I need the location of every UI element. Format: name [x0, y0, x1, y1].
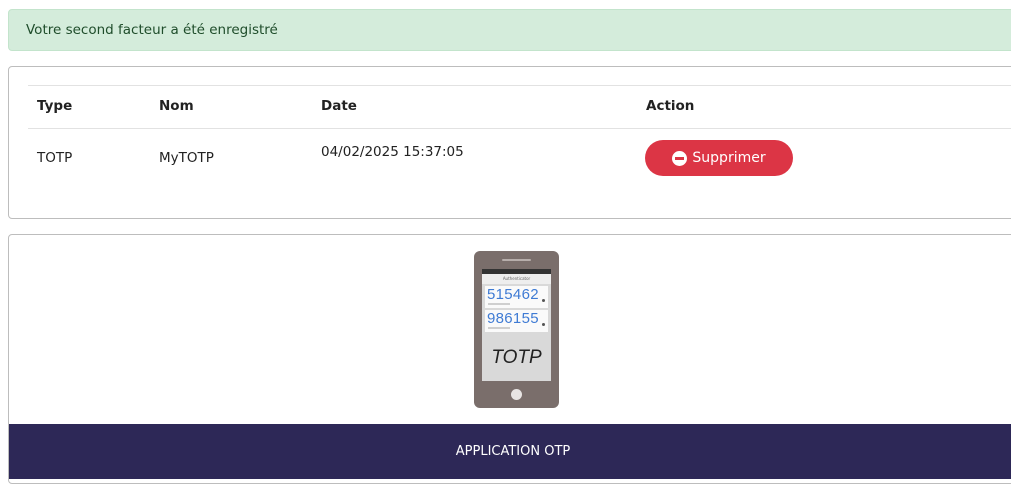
- otp-code-account: [488, 327, 510, 329]
- column-header-type: Type: [37, 98, 73, 114]
- cell-date: 04/02/2025 15:37:05: [321, 144, 464, 160]
- success-alert-message: Votre second facteur a été enregistré: [26, 22, 278, 38]
- table-header-divider: [28, 128, 1011, 129]
- otp-code-account: [488, 303, 510, 305]
- phone-screen: Authenticator 515462 986155 TOTP: [482, 269, 551, 381]
- timer-icon: [542, 323, 545, 326]
- otp-code-value: 515462: [487, 286, 539, 303]
- otp-code-entry: 986155: [485, 310, 548, 332]
- otp-application-footer[interactable]: APPLICATION OTP: [9, 424, 1011, 479]
- otp-code-entry: 515462: [485, 286, 548, 308]
- delete-button[interactable]: Supprimer: [645, 140, 793, 176]
- timer-icon: [542, 299, 545, 302]
- cell-name: MyTOTP: [159, 150, 214, 166]
- phone-speaker: [502, 259, 531, 261]
- phone-app-title: Authenticator: [502, 276, 531, 281]
- column-header-action: Action: [646, 98, 695, 114]
- delete-button-label: Supprimer: [692, 150, 766, 166]
- phone-totp-illustration: Authenticator 515462 986155 TOTP: [474, 251, 559, 408]
- table-top-divider: [28, 85, 1011, 86]
- phone-home-button: [511, 389, 522, 400]
- minus-circle-icon: [672, 150, 688, 166]
- success-alert: Votre second facteur a été enregistré: [8, 9, 1011, 51]
- otp-application-label: APPLICATION OTP: [455, 444, 571, 459]
- phone-app-bar: Authenticator: [482, 274, 551, 284]
- second-factors-card: Type Nom Date Action TOTP MyTOTP 04/02/2…: [8, 66, 1011, 219]
- otp-application-card[interactable]: Authenticator 515462 986155 TOTP APPLICA…: [8, 234, 1011, 484]
- phone-totp-label: TOTP: [491, 347, 542, 368]
- column-header-date: Date: [321, 98, 357, 114]
- cell-type: TOTP: [37, 150, 73, 166]
- column-header-name: Nom: [159, 98, 194, 114]
- otp-code-value: 986155: [487, 310, 539, 327]
